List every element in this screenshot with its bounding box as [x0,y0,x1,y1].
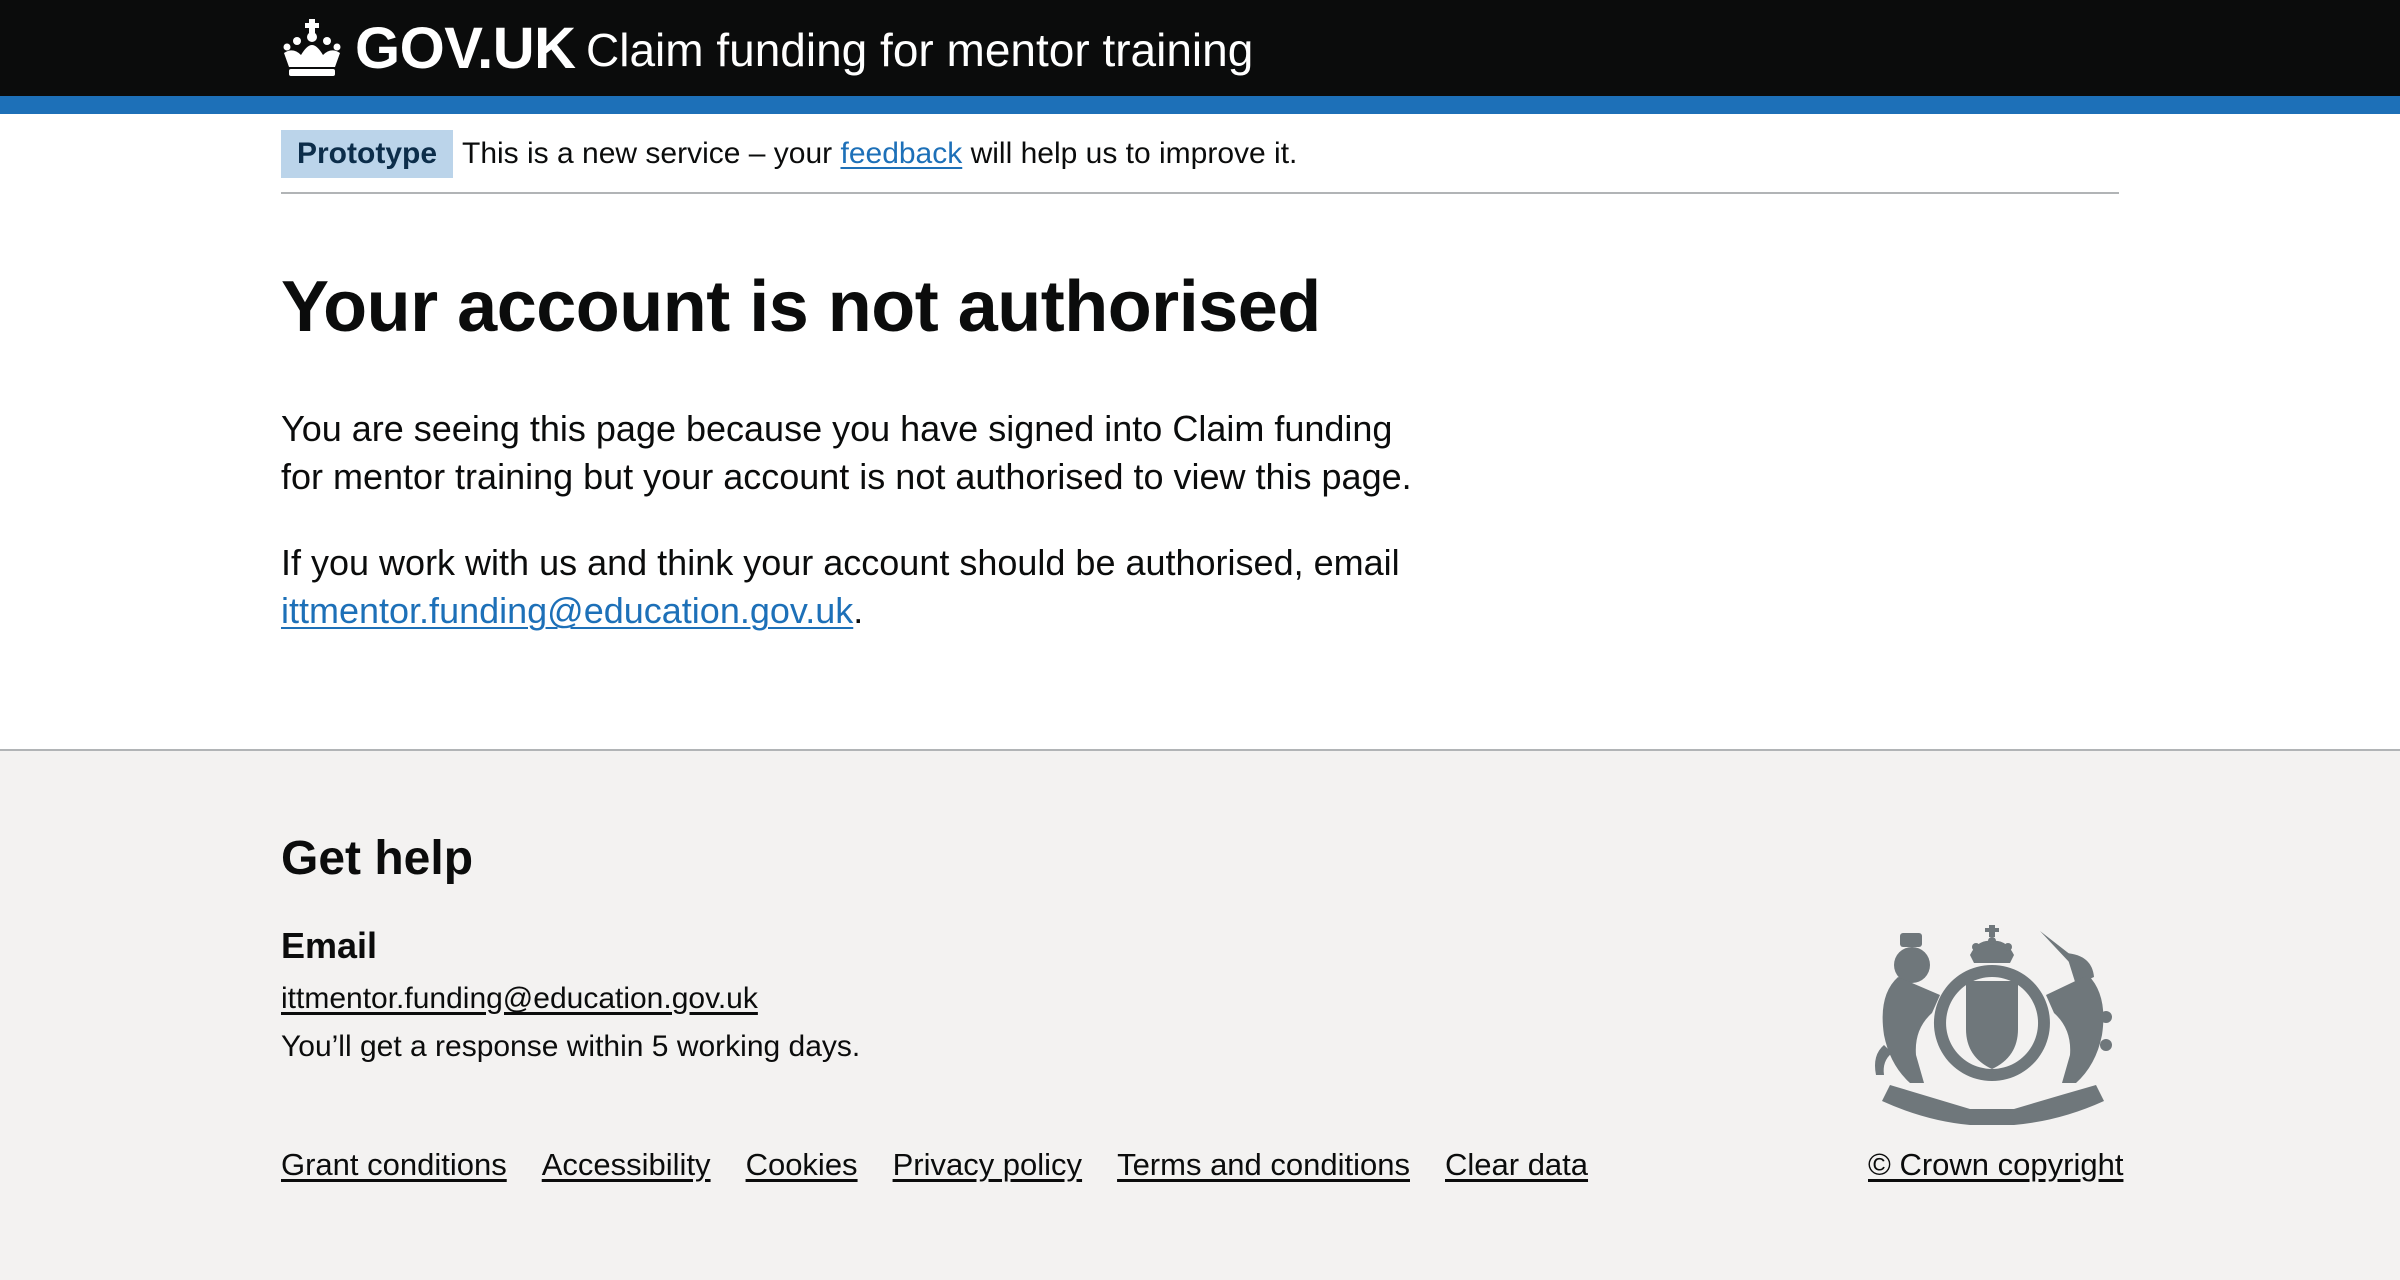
service-name-link[interactable]: Claim funding for mentor training [586,23,1253,77]
support-email-link[interactable]: ittmentor.funding@education.gov.uk [281,590,853,631]
body-paragraph-2-text: If you work with us and think your accou… [281,542,1400,583]
header-accent-bar [0,96,2400,114]
footer-link-grant-conditions[interactable]: Grant conditions [281,1145,507,1185]
phase-text-after: will help us to improve it. [962,137,1298,170]
footer-links: Grant conditions Accessibility Cookies P… [281,1145,1588,1185]
feedback-link[interactable]: feedback [840,137,962,170]
phase-banner: Prototype This is a new service – your f… [281,114,2119,194]
royal-coat-of-arms-icon [1875,925,2112,1125]
logo-text: GOV.UK [355,15,576,81]
footer-heading: Get help [281,832,474,885]
footer-link-clear-data[interactable]: Clear data [1445,1145,1588,1185]
footer-link-terms-and-conditions[interactable]: Terms and conditions [1117,1145,1410,1185]
phase-tag: Prototype [281,130,454,178]
page-title: Your account is not authorised [281,267,1321,347]
footer-email-link[interactable]: ittmentor.funding@education.gov.uk [281,979,758,1019]
phase-text-before: This is a new service – your [462,137,841,170]
body-paragraph-1: You are seeing this page because you hav… [281,408,1412,497]
phase-banner-text: This is a new service – your feedback wi… [462,134,1297,174]
govuk-logo-link[interactable]: GOV.UK [281,10,576,86]
footer-link-privacy-policy[interactable]: Privacy policy [893,1145,1083,1185]
crown-copyright-link[interactable]: © Crown copyright [1868,1145,2123,1185]
site-footer: Get help Email ittmentor.funding@educati… [0,749,2400,1280]
footer-response-note: You’ll get a response within 5 working d… [281,1030,861,1063]
crown-icon [283,19,341,76]
footer-email-heading: Email [281,925,378,966]
site-header: GOV.UK Claim funding for mentor training [0,0,2400,96]
footer-link-accessibility[interactable]: Accessibility [542,1145,711,1185]
footer-link-cookies[interactable]: Cookies [746,1145,858,1185]
body-paragraph-2: If you work with us and think your accou… [281,539,1431,635]
body-paragraph-2-end: . [853,590,864,631]
